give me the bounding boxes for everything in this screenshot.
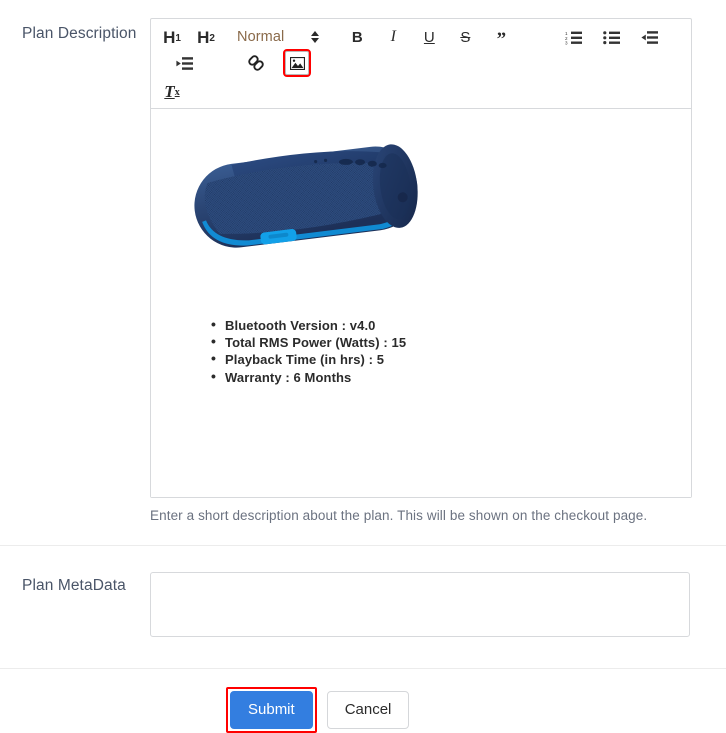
ordered-list-icon[interactable]: 1 2 3	[560, 24, 586, 50]
plan-description-help-text: Enter a short description about the plan…	[150, 508, 648, 523]
chevron-updown-icon	[310, 29, 320, 45]
plan-description-label: Plan Description	[22, 25, 137, 42]
list-item: Warranty : 6 Months	[211, 368, 691, 386]
heading-2-sub: 2	[209, 33, 215, 44]
heading-1-label: H	[163, 27, 176, 47]
image-icon[interactable]	[283, 49, 311, 77]
speaker-image-block	[151, 109, 691, 289]
italic-button[interactable]: I	[380, 24, 406, 50]
list-item: Bluetooth Version : v4.0	[211, 316, 691, 334]
form-footer: Submit Cancel	[0, 669, 726, 733]
bullet-list-icon[interactable]	[598, 24, 624, 50]
blockquote-button[interactable]: ”	[488, 27, 514, 53]
list-item: Playback Time (in hrs) : 5	[211, 350, 691, 368]
strikethrough-button[interactable]: S	[452, 24, 478, 50]
format-select-value: Normal	[237, 29, 285, 45]
plan-metadata-input[interactable]	[150, 572, 690, 637]
plan-description-control: H1 H2 Normal B I U S ” 1 2 3 T x • Bluet…	[150, 18, 712, 523]
clear-format-sub: x	[174, 87, 180, 98]
plan-description-row: Plan Description H1 H2 Normal B I U S ” …	[0, 0, 726, 523]
list-item: Total RMS Power (Watts) : 15	[211, 333, 691, 351]
heading-2-label: H	[197, 27, 210, 47]
heading-2-button[interactable]: H2	[193, 24, 219, 50]
editor-toolbar: H1 H2 Normal B I U S ” 1 2 3 T x	[151, 19, 691, 109]
rich-text-editor[interactable]: H1 H2 Normal B I U S ” 1 2 3 T x • Bluet…	[150, 18, 692, 498]
underline-button[interactable]: U	[416, 24, 442, 50]
indent-icon[interactable]	[171, 50, 197, 76]
editor-content-area[interactable]: Bluetooth Version : v4.0 Total RMS Power…	[151, 109, 691, 497]
cancel-button[interactable]: Cancel	[326, 691, 410, 729]
editor-toolbar-row-2: Tx	[159, 78, 683, 104]
link-icon[interactable]	[243, 50, 269, 76]
plan-metadata-row: Plan MetaData	[0, 546, 726, 642]
outdent-icon[interactable]	[636, 24, 662, 50]
submit-button-highlight: Submit	[226, 687, 317, 733]
plan-metadata-label: Plan MetaData	[22, 577, 126, 594]
submit-button[interactable]: Submit	[230, 691, 313, 729]
heading-1-button[interactable]: H1	[159, 24, 185, 50]
format-select[interactable]: Normal	[237, 29, 320, 45]
heading-1-sub: 1	[175, 33, 181, 44]
plan-metadata-control	[150, 572, 712, 642]
spec-bullet-list: Bluetooth Version : v4.0 Total RMS Power…	[211, 316, 691, 386]
clear-format-icon[interactable]: Tx	[159, 78, 185, 104]
svg-text:3: 3	[565, 40, 568, 44]
speaker-product-image	[181, 131, 433, 281]
clear-format-label: T	[164, 81, 175, 101]
bold-button[interactable]: B	[344, 24, 370, 50]
